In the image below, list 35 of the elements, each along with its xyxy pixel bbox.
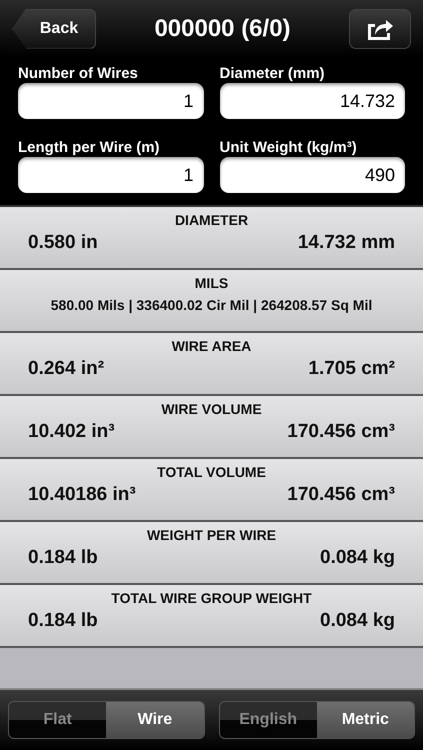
input-field[interactable]: 14.732 bbox=[220, 83, 405, 119]
imperial-value: 0.580 in bbox=[28, 232, 98, 254]
screen-title: 000000 (6/0) bbox=[154, 14, 291, 42]
result-title: MILS bbox=[194, 275, 230, 291]
imperial-value: 0.184 lb bbox=[28, 547, 98, 569]
result-title: WIRE VOLUME bbox=[160, 401, 263, 417]
imperial-value: 10.402 in³ bbox=[28, 421, 115, 443]
result-value: 580.00 Mils | 336400.02 Cir Mil | 264208.57 Sq Mil bbox=[50, 297, 372, 313]
imperial-value: 0.184 lb bbox=[28, 610, 98, 632]
metric-value: 1.705 cm² bbox=[308, 358, 395, 380]
imperial-value: 0.264 in² bbox=[28, 358, 104, 380]
metric-value: 0.084 kg bbox=[320, 610, 395, 632]
field-label: Diameter (mm) bbox=[220, 65, 326, 82]
result-title: DIAMETER bbox=[174, 212, 250, 228]
back-button[interactable]: Back bbox=[12, 8, 96, 48]
result-title: WIRE AREA bbox=[170, 338, 252, 354]
field-label: Length per Wire (m) bbox=[18, 139, 161, 156]
metric-value: 170.456 cm³ bbox=[287, 484, 395, 506]
segment-button[interactable]: Wire bbox=[106, 702, 204, 738]
segment-button[interactable]: Flat bbox=[9, 702, 106, 738]
input-field[interactable]: 1 bbox=[18, 157, 204, 193]
segment-button[interactable]: English bbox=[220, 702, 317, 738]
metric-value: 0.084 kg bbox=[320, 547, 395, 569]
field-label: Unit Weight (kg/m³) bbox=[220, 139, 358, 156]
result-title: TOTAL VOLUME bbox=[156, 464, 267, 480]
segment-button[interactable]: Metric bbox=[316, 702, 414, 738]
imperial-value: 10.40186 in³ bbox=[28, 484, 136, 506]
metric-value: 14.732 mm bbox=[298, 232, 395, 254]
metric-value: 170.456 cm³ bbox=[287, 421, 395, 443]
result-title: WEIGHT PER WIRE bbox=[146, 527, 278, 543]
input-field[interactable]: 1 bbox=[18, 83, 204, 119]
result-title: TOTAL WIRE GROUP WEIGHT bbox=[110, 590, 313, 606]
share-button[interactable] bbox=[348, 8, 411, 48]
input-field[interactable]: 490 bbox=[220, 157, 405, 193]
field-label: Number of Wires bbox=[18, 65, 139, 82]
